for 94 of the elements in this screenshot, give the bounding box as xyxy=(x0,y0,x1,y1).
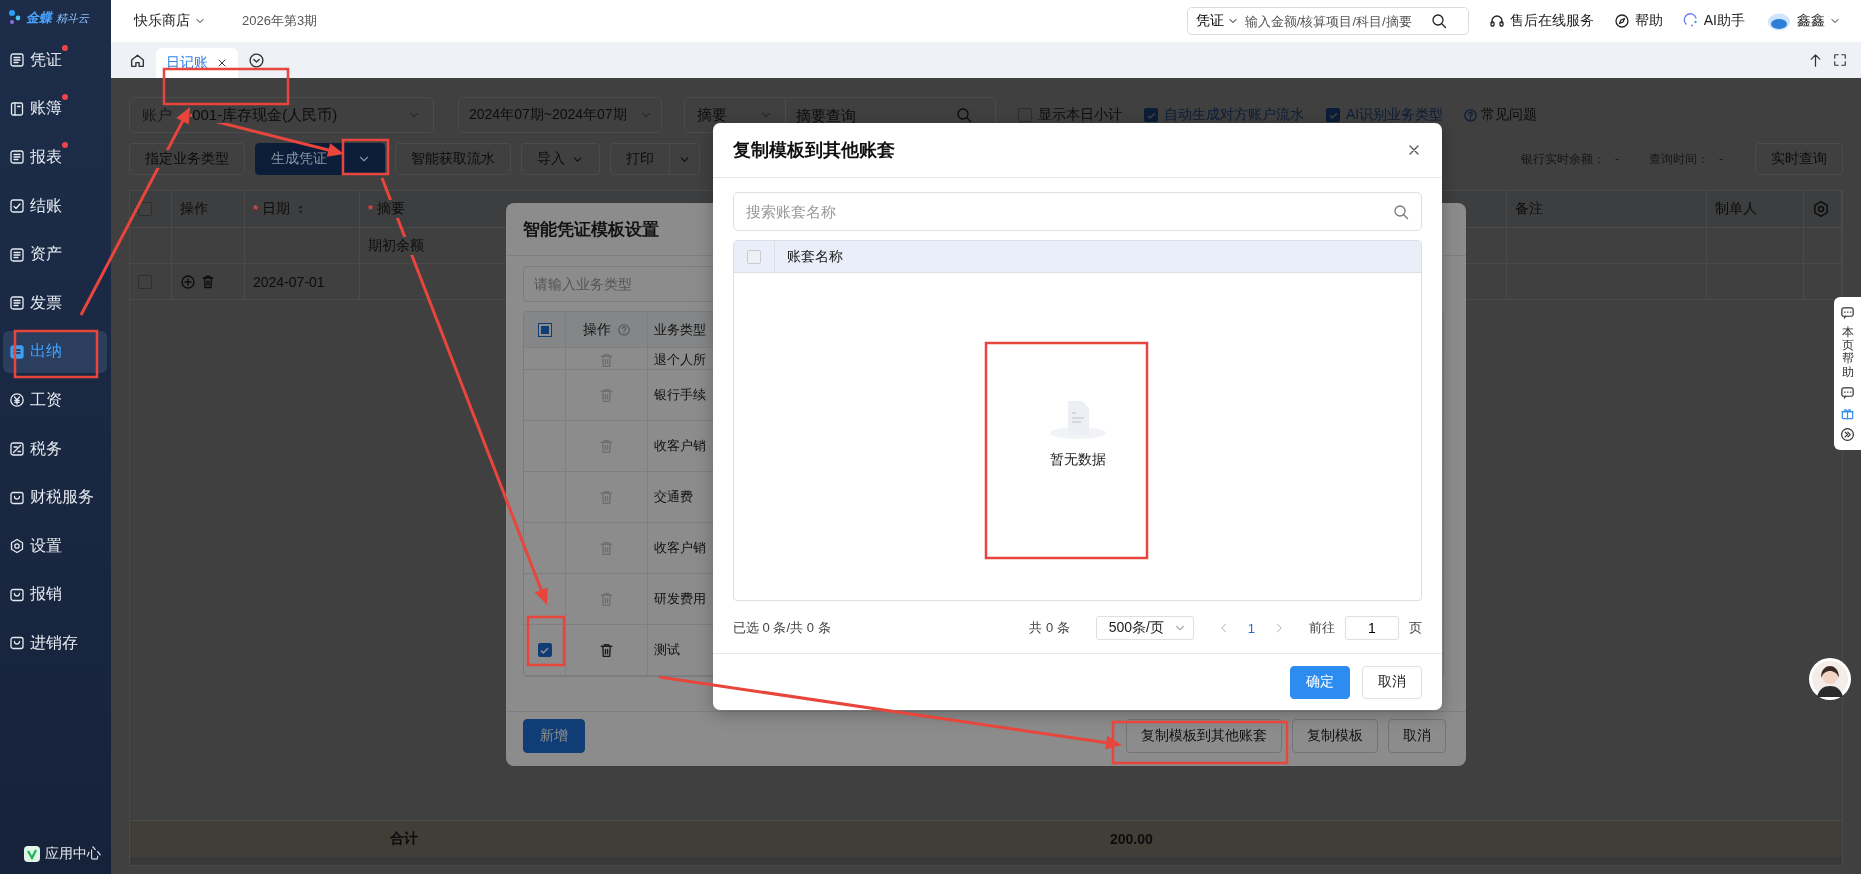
search-icon xyxy=(956,107,972,123)
search-scope-dropdown[interactable]: 凭证 xyxy=(1195,12,1239,30)
collapse-icon[interactable] xyxy=(1840,426,1855,442)
compass-icon xyxy=(1613,13,1630,29)
dialog-button[interactable]: 复制模板到其他账套 xyxy=(1126,719,1282,753)
total-count: 共 0 条 xyxy=(1029,619,1070,637)
page-number[interactable]: 1 xyxy=(1247,620,1255,636)
sidebar-item[interactable]: 工资 xyxy=(3,379,107,422)
company-selector[interactable]: 快乐商店 xyxy=(134,12,206,30)
table-cell: 收客户销 xyxy=(654,437,706,455)
trash-icon[interactable] xyxy=(598,641,615,659)
table-cell: 银行手续 xyxy=(654,386,706,404)
table-cell: 收客户销 xyxy=(654,539,706,557)
search-icon xyxy=(1430,13,1447,29)
column-header: 操作 xyxy=(582,320,611,339)
menu-icon xyxy=(9,52,25,69)
table-cell: 研发费用 xyxy=(654,590,706,608)
menu-icon xyxy=(9,198,25,215)
header-link[interactable]: 售后在线服务 xyxy=(1488,12,1594,30)
sidebar-item[interactable]: 报表 xyxy=(3,136,107,179)
menu-icon xyxy=(9,246,25,263)
add-icon[interactable] xyxy=(180,273,196,290)
checkbox[interactable] xyxy=(1326,108,1340,122)
highlight-frame xyxy=(526,615,566,667)
logo-text: 金蝶 xyxy=(26,9,52,27)
menu-icon xyxy=(9,489,25,506)
sidebar-item[interactable]: 发票 xyxy=(3,282,107,325)
sidebar-item[interactable]: 财税服务 xyxy=(3,476,107,519)
empty-state-text: 暂无数据 xyxy=(1049,450,1106,469)
sidebar-item[interactable]: 报销 xyxy=(3,573,107,616)
header-link[interactable]: AI助手 xyxy=(1682,12,1745,30)
page-unit-label: 页 xyxy=(1409,619,1422,637)
cancel-button[interactable]: 取消 xyxy=(1362,665,1422,699)
query-time-value: - xyxy=(1719,152,1723,166)
home-icon[interactable] xyxy=(129,51,146,69)
menu-icon xyxy=(9,635,25,652)
checkbox[interactable] xyxy=(1018,108,1032,122)
period-label: 2026年第3期 xyxy=(242,12,318,30)
highlight-frame xyxy=(341,138,390,176)
table-cell: 测试 xyxy=(654,641,680,659)
dialog-title: 复制模板到其他账套 xyxy=(733,139,895,162)
logo-icon xyxy=(8,9,22,27)
logo-subtitle: 精斗云 xyxy=(56,10,89,26)
generate-voucher-button[interactable]: 生成凭证 xyxy=(255,143,343,175)
help-bubble-icon[interactable] xyxy=(1840,305,1855,320)
selection-summary: 已选 0 条/共 0 条 xyxy=(733,619,831,637)
help-icon xyxy=(1463,107,1479,123)
user-menu[interactable]: 鑫鑫 xyxy=(1797,12,1841,30)
dialog-button[interactable]: 复制模板 xyxy=(1292,719,1378,753)
menu-icon xyxy=(9,538,25,555)
cloud-avatar-icon xyxy=(1767,11,1791,31)
sidebar-item[interactable]: 设置 xyxy=(3,525,107,568)
sidebar-item[interactable]: 账簿 xyxy=(3,87,107,130)
page-size-select[interactable]: 500条/页 xyxy=(1095,616,1194,640)
sidebar-item[interactable]: 进销存 xyxy=(3,622,107,665)
menu-icon xyxy=(9,586,25,603)
search-field[interactable]: 凭证 输入金额/核算项目/科目/摘要 xyxy=(1186,7,1469,35)
header-link[interactable]: 帮助 xyxy=(1613,12,1663,30)
table-cell: 退个人所 xyxy=(654,351,706,369)
leaf-icon xyxy=(24,846,40,862)
dialog-button[interactable]: 取消 xyxy=(1388,719,1446,753)
bank-balance-value: - xyxy=(1615,152,1619,166)
menu-icon xyxy=(9,149,25,166)
column-header: 业务类型 xyxy=(654,320,706,339)
close-icon[interactable] xyxy=(216,57,228,69)
table-cell: 交通费 xyxy=(654,488,693,506)
settings-icon[interactable] xyxy=(1812,200,1830,218)
app-center-link[interactable]: 应用中心 xyxy=(0,838,111,870)
chat-icon[interactable] xyxy=(1840,384,1855,400)
swirl-icon xyxy=(1682,13,1699,29)
checkbox[interactable] xyxy=(537,643,552,657)
menu-icon xyxy=(9,441,25,458)
sidebar-item[interactable]: 资产 xyxy=(3,233,107,276)
checkbox[interactable] xyxy=(537,322,552,337)
search-field[interactable]: 搜索账套名称 xyxy=(733,192,1422,231)
sidebar-item[interactable]: 结账 xyxy=(3,185,107,228)
chevron-circle-icon[interactable] xyxy=(248,51,265,69)
checkbox[interactable] xyxy=(1144,108,1158,122)
menu-icon xyxy=(9,100,25,117)
search-icon xyxy=(1393,203,1409,220)
menu-icon xyxy=(9,295,25,312)
sidebar-item[interactable]: 出纳 xyxy=(3,330,107,373)
checkbox[interactable] xyxy=(138,202,152,216)
fullscreen-icon[interactable] xyxy=(1833,53,1847,67)
sidebar-item[interactable]: 税务 xyxy=(3,428,107,471)
sidebar-item[interactable]: 凭证 xyxy=(3,39,107,82)
menu-icon xyxy=(9,392,25,409)
tab[interactable]: 日记账 xyxy=(156,48,238,78)
page-number-field[interactable]: 1 xyxy=(1345,616,1399,640)
goto-label: 前往 xyxy=(1309,619,1335,637)
assistant-avatar[interactable] xyxy=(1808,657,1852,701)
up-arrow-icon[interactable] xyxy=(1808,52,1823,68)
headset-icon xyxy=(1488,13,1505,29)
page-help-label[interactable]: 本页帮助 xyxy=(1841,326,1854,379)
